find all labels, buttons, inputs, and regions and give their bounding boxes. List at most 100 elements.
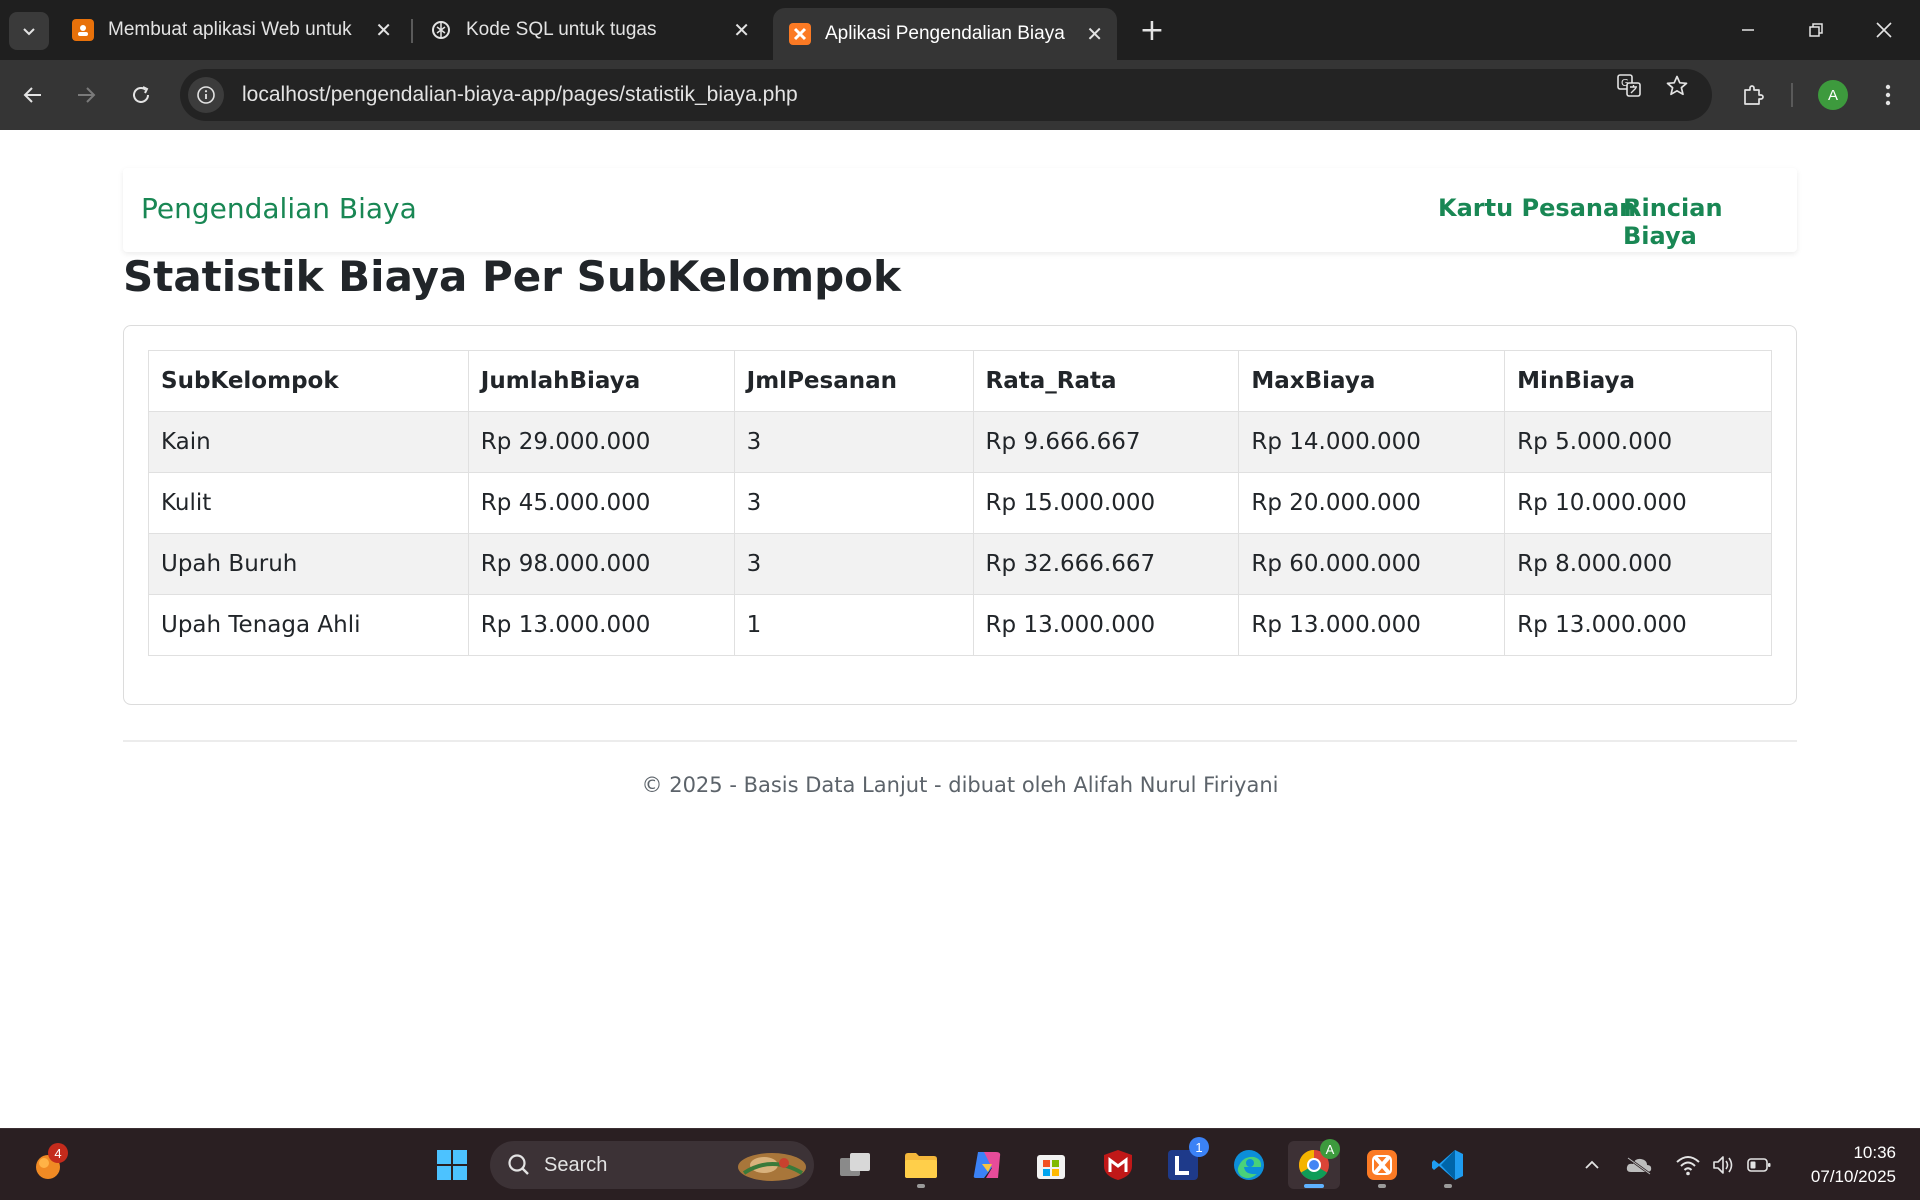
- page-title: Statistik Biaya Per SubKelompok: [123, 252, 901, 301]
- table-cell: 3: [733, 533, 974, 595]
- microsoft-store-button[interactable]: [1025, 1141, 1077, 1189]
- app-l-button[interactable]: 1: [1157, 1137, 1209, 1189]
- toolbar-divider: [1791, 83, 1793, 107]
- reload-button[interactable]: [121, 75, 161, 115]
- search-highlight-icon: [738, 1153, 806, 1181]
- url-text[interactable]: localhost/pengendalian-biaya-app/pages/s…: [242, 83, 798, 107]
- close-window-button[interactable]: [1852, 8, 1916, 52]
- table-cell: Kain: [148, 411, 469, 473]
- volume-icon[interactable]: [1710, 1151, 1738, 1179]
- edge-button[interactable]: [1223, 1141, 1275, 1189]
- taskbar-search[interactable]: Search: [490, 1141, 814, 1189]
- puzzle-icon: [1744, 85, 1764, 105]
- reload-icon: [133, 86, 149, 103]
- mcafee-shield-icon: [1104, 1150, 1132, 1180]
- vscode-button[interactable]: [1422, 1141, 1474, 1189]
- active-indicator: [1304, 1184, 1324, 1188]
- table-cell: Rp 15.000.000: [972, 472, 1240, 534]
- table-cell: Rp 9.666.667: [972, 411, 1240, 473]
- address-bar[interactable]: localhost/pengendalian-biaya-app/pages/s…: [180, 69, 1712, 121]
- close-icon[interactable]: ✕: [375, 20, 392, 40]
- nav-link-kartu-pesanan[interactable]: Kartu Pesanan: [1438, 194, 1636, 222]
- edge-icon: [1234, 1150, 1264, 1180]
- taskbar: 4 Search 1 A 10:36 07/10/2025: [0, 1128, 1920, 1200]
- minimize-button[interactable]: [1716, 8, 1780, 52]
- task-view-icon: [840, 1153, 870, 1176]
- file-explorer-button[interactable]: [895, 1141, 947, 1189]
- onedrive-icon[interactable]: [1625, 1151, 1653, 1179]
- browser-tab-strip: Membuat aplikasi Web untuk P... ✕ Kode S…: [0, 0, 1920, 60]
- tab-title: Membuat aplikasi Web untuk P...: [108, 19, 358, 40]
- translate-icon[interactable]: G: [1615, 72, 1643, 100]
- running-indicator: [917, 1184, 925, 1188]
- arrow-right-icon: [78, 87, 96, 103]
- restore-button[interactable]: [1784, 8, 1848, 52]
- table-cell: Rp 13.000.000: [467, 594, 735, 656]
- restore-icon: [1809, 23, 1823, 37]
- tab-aplikasi-pengendalian[interactable]: Aplikasi Pengendalian Biaya ✕: [773, 8, 1117, 60]
- wifi-icon[interactable]: [1674, 1151, 1702, 1179]
- column-header: JmlPesanan: [733, 350, 974, 412]
- table-cell: 1: [733, 594, 974, 656]
- table-cell: Rp 32.666.667: [972, 533, 1240, 595]
- table-cell: Rp 10.000.000: [1504, 472, 1772, 534]
- xampp-button[interactable]: [1356, 1141, 1408, 1189]
- chrome-button[interactable]: A: [1288, 1139, 1340, 1189]
- search-label: Search: [544, 1153, 608, 1176]
- back-button[interactable]: [13, 75, 53, 115]
- nav-link-rincian-biaya[interactable]: Rincian Biaya: [1623, 194, 1797, 250]
- copilot-icon: [973, 1152, 1001, 1178]
- chevron-down-icon: [23, 28, 35, 36]
- widgets-button[interactable]: 4: [22, 1141, 74, 1189]
- tab-kode-sql[interactable]: Kode SQL untuk tugas ✕: [414, 8, 764, 52]
- minimize-icon: [1742, 29, 1754, 31]
- table-row: Upah Buruh Rp 98.000.000 3 Rp 32.666.667…: [148, 533, 1772, 595]
- extensions-button[interactable]: [1733, 75, 1773, 115]
- footer-text: © 2025 - Basis Data Lanjut - dibuat oleh…: [641, 773, 1279, 797]
- forward-button[interactable]: [66, 75, 106, 115]
- folder-icon: [905, 1153, 937, 1178]
- xampp-icon: [1367, 1150, 1397, 1180]
- table-cell: 3: [733, 472, 974, 534]
- table-cell: Rp 5.000.000: [1504, 411, 1772, 473]
- table-cell: Rp 98.000.000: [467, 533, 735, 595]
- browser-menu-button[interactable]: [1868, 75, 1908, 115]
- table-cell: Rp 13.000.000: [972, 594, 1240, 656]
- close-icon[interactable]: ✕: [1086, 24, 1103, 44]
- tab-separator: [411, 19, 413, 43]
- mcafee-button[interactable]: [1092, 1141, 1144, 1189]
- windows-icon: [437, 1150, 467, 1180]
- table-cell: Rp 8.000.000: [1504, 533, 1772, 595]
- app-badge: 1: [1189, 1137, 1209, 1157]
- tab-membuat-aplikasi[interactable]: Membuat aplikasi Web untuk P... ✕: [56, 8, 406, 52]
- table-cell: Rp 20.000.000: [1238, 472, 1506, 534]
- table-cell: Rp 45.000.000: [467, 472, 735, 534]
- brand-link[interactable]: Pengendalian Biaya: [141, 192, 417, 225]
- bookmark-star-icon[interactable]: [1663, 72, 1691, 100]
- copilot-button[interactable]: [961, 1141, 1013, 1189]
- avatar: A: [1818, 80, 1848, 110]
- battery-icon[interactable]: [1745, 1151, 1773, 1179]
- chatgpt-icon: [430, 19, 452, 41]
- xampp-icon: [789, 23, 811, 45]
- site-info-icon[interactable]: [188, 77, 224, 113]
- running-indicator: [1378, 1184, 1386, 1188]
- profile-button[interactable]: A: [1813, 75, 1853, 115]
- browser-toolbar: localhost/pengendalian-biaya-app/pages/s…: [0, 60, 1920, 130]
- table-row: Upah Tenaga Ahli Rp 13.000.000 1 Rp 13.0…: [148, 594, 1772, 656]
- table-cell: 3: [733, 411, 974, 473]
- close-icon[interactable]: ✕: [733, 20, 750, 40]
- vscode-icon: [1432, 1150, 1463, 1180]
- column-header: MaxBiaya: [1238, 350, 1506, 412]
- system-clock[interactable]: 10:36 07/10/2025: [1811, 1141, 1896, 1189]
- tab-search-button[interactable]: [9, 12, 49, 50]
- task-view-button[interactable]: [829, 1141, 881, 1189]
- web-page: Pengendalian Biaya Kartu Pesanan Rincian…: [0, 130, 1920, 1128]
- table-row: Kain Rp 29.000.000 3 Rp 9.666.667 Rp 14.…: [148, 411, 1772, 473]
- column-header: MinBiaya: [1504, 350, 1772, 412]
- table-header-row: SubKelompok JumlahBiaya JmlPesanan Rata_…: [148, 350, 1772, 412]
- show-hidden-icons-chevron-up-icon[interactable]: [1578, 1151, 1606, 1179]
- table-cell: Rp 60.000.000: [1238, 533, 1506, 595]
- start-button[interactable]: [426, 1141, 478, 1189]
- new-tab-button[interactable]: +: [1136, 12, 1168, 48]
